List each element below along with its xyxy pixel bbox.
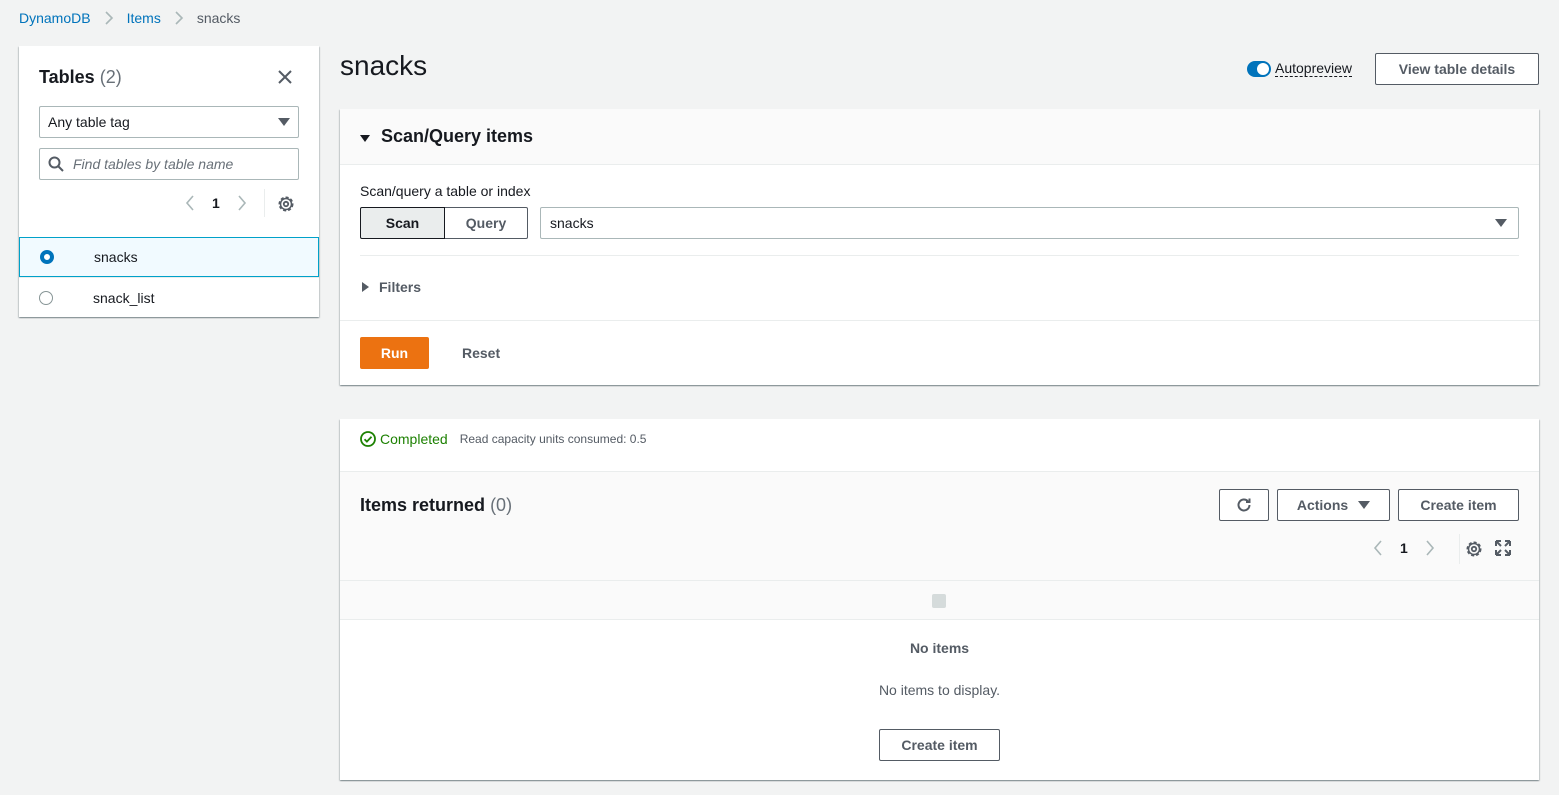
scan-query-panel: Scan/Query items Scan/query a table or i… — [340, 109, 1539, 385]
table-tag-select[interactable]: Any table tag — [39, 106, 299, 138]
refresh-icon — [1237, 498, 1251, 512]
filters-label: Filters — [379, 279, 422, 295]
gear-icon[interactable] — [277, 195, 295, 213]
caret-down-icon — [360, 135, 370, 142]
tables-pagination: 1 — [184, 195, 248, 211]
table-index-select-value: snacks — [550, 215, 594, 231]
page-title: snacks — [340, 50, 428, 81]
table-index-select[interactable]: snacks — [540, 207, 1519, 239]
select-all-checkbox[interactable] — [932, 594, 946, 608]
empty-create-item-button[interactable]: Create item — [879, 729, 1000, 761]
scan-button[interactable]: Scan — [360, 207, 445, 239]
tables-panel-title: Tables (2) — [39, 67, 122, 88]
table-search-placeholder: Find tables by table name — [73, 156, 234, 172]
caret-down-icon — [1495, 219, 1507, 227]
scan-query-title: Scan/Query items — [381, 126, 534, 146]
page-number[interactable]: 1 — [1400, 540, 1408, 556]
empty-state-description: No items to display. — [878, 682, 1001, 698]
run-button[interactable]: Run — [360, 337, 429, 369]
breadcrumb-current: snacks — [196, 10, 241, 26]
chevron-right-icon[interactable] — [1424, 540, 1436, 556]
divider — [340, 320, 1539, 321]
results-panel: Completed Read capacity units consumed: … — [340, 419, 1539, 780]
caret-down-icon — [278, 118, 290, 126]
table-row-snacks[interactable]: snacks — [19, 237, 319, 277]
autopreview-label: Autopreview — [1275, 60, 1353, 77]
table-name: snacks — [94, 249, 138, 265]
tables-count: (2) — [99, 67, 122, 87]
refresh-button[interactable] — [1219, 489, 1269, 521]
scan-query-header[interactable]: Scan/Query items — [340, 109, 1539, 165]
table-name: snack_list — [93, 289, 155, 306]
create-item-button[interactable]: Create item — [1398, 489, 1519, 521]
divider — [360, 255, 1519, 256]
status-badge: Completed — [380, 431, 448, 447]
fullscreen-icon[interactable] — [1495, 540, 1511, 556]
actions-label: Actions — [1296, 497, 1349, 513]
tables-panel: Tables (2) Any table tag Find tables by … — [19, 46, 319, 317]
check-circle-icon — [360, 431, 376, 447]
chevron-left-icon[interactable] — [184, 195, 196, 211]
items-count: (0) — [490, 495, 513, 515]
view-table-details-button[interactable]: View table details — [1375, 53, 1539, 85]
chevron-right-icon[interactable] — [236, 195, 248, 211]
items-returned-title: Items returned (0) — [360, 495, 512, 516]
empty-state-title: No items — [909, 640, 970, 656]
breadcrumb-dynamodb[interactable]: DynamoDB — [19, 10, 91, 26]
pagination-divider — [1459, 534, 1460, 564]
scan-query-toggle: Scan Query — [360, 207, 528, 239]
items-pagination: 1 — [1372, 540, 1436, 556]
search-icon — [48, 156, 64, 172]
items-title-text: Items returned — [360, 495, 486, 515]
items-header: Items returned (0) Actions Create item 1 — [340, 471, 1539, 581]
toggle-switch[interactable] — [1247, 60, 1271, 77]
status-row: Completed Read capacity units consumed: … — [360, 431, 646, 447]
autopreview-toggle[interactable]: Autopreview — [1247, 60, 1353, 77]
table-column-header — [340, 581, 1539, 620]
caret-right-icon — [362, 282, 369, 292]
radio-button[interactable] — [39, 290, 53, 305]
close-icon[interactable] — [276, 68, 294, 86]
caret-down-icon — [1358, 501, 1371, 509]
breadcrumb-items[interactable]: Items — [127, 10, 161, 26]
gear-icon[interactable] — [1465, 540, 1483, 558]
chevron-right-icon — [104, 10, 114, 26]
filters-expander[interactable]: Filters — [362, 279, 421, 295]
table-row-snack-list[interactable]: snack_list — [19, 277, 319, 317]
table-search-input[interactable]: Find tables by table name — [39, 148, 299, 180]
pagination-divider — [264, 189, 265, 217]
capacity-consumed: Read capacity units consumed: 0.5 — [459, 432, 647, 446]
actions-dropdown[interactable]: Actions — [1277, 489, 1390, 521]
tables-title-text: Tables — [39, 67, 95, 87]
chevron-right-icon — [174, 10, 184, 26]
scan-query-label: Scan/query a table or index — [360, 183, 531, 199]
query-button[interactable]: Query — [445, 207, 528, 239]
reset-button[interactable]: Reset — [462, 345, 500, 361]
breadcrumb: DynamoDB Items snacks — [19, 9, 240, 27]
table-tag-select-value: Any table tag — [48, 114, 130, 130]
page-number[interactable]: 1 — [212, 195, 220, 211]
chevron-left-icon[interactable] — [1372, 540, 1384, 556]
radio-button-selected[interactable] — [40, 250, 54, 264]
